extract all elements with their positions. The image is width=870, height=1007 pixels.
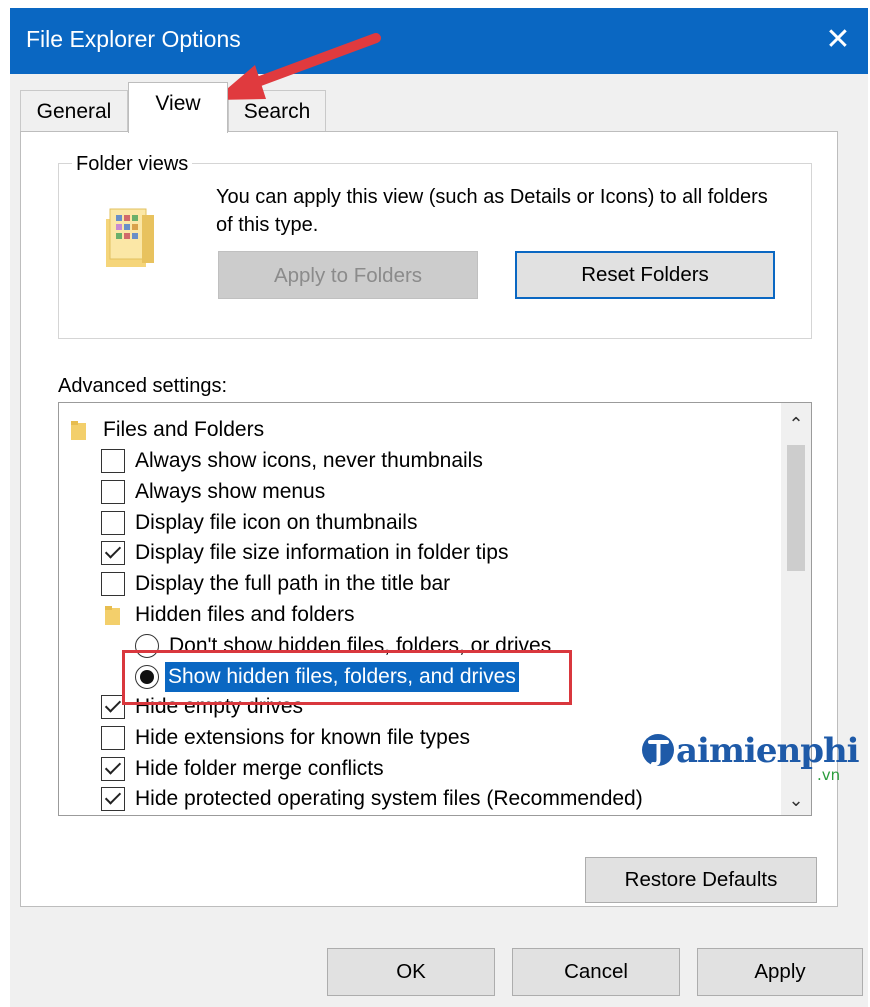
list-item-label: Display file icon on thumbnails (135, 511, 418, 534)
advanced-settings-label: Advanced settings: (58, 375, 227, 397)
folder-icon (105, 606, 120, 625)
checkbox[interactable] (101, 726, 125, 750)
window-title: File Explorer Options (26, 26, 241, 52)
list-item-label: Hide folder merge conflicts (135, 757, 384, 780)
restore-defaults-button[interactable]: Restore Defaults (585, 857, 817, 903)
checkbox[interactable] (101, 572, 125, 596)
folder-view-icon (106, 208, 154, 267)
close-icon[interactable]: ✕ (818, 20, 858, 60)
checkbox[interactable] (101, 480, 125, 504)
checkbox[interactable] (101, 449, 125, 473)
chevron-up-icon[interactable]: ⌃ (781, 409, 811, 439)
list-item-label: Files and Folders (103, 418, 265, 441)
folder-icon (71, 421, 86, 440)
cancel-button[interactable]: Cancel (512, 948, 680, 996)
ok-button[interactable]: OK (327, 948, 495, 996)
reset-folders-button[interactable]: Reset Folders (515, 251, 775, 299)
checkbox-checked[interactable] (101, 787, 125, 811)
list-item-label: Hidden files and folders (135, 603, 355, 626)
chevron-down-icon[interactable]: ⌄ (781, 785, 811, 815)
tab-view[interactable]: View (128, 82, 228, 133)
apply-to-folders-button[interactable]: Apply to Folders (218, 251, 478, 299)
annotation-highlight-box (122, 650, 572, 705)
tab-search[interactable]: Search (228, 90, 326, 132)
apply-button[interactable]: Apply (697, 948, 863, 996)
checkbox-checked[interactable] (101, 541, 125, 565)
watermark-suffix: .vn (817, 766, 841, 784)
list-item-label: Display the full path in the title bar (135, 572, 451, 595)
list-item-label: Always show icons, never thumbnails (135, 449, 483, 472)
title-bar: File Explorer Options ✕ (10, 8, 868, 74)
list-item-label: Display file size information in folder … (135, 541, 509, 564)
folder-views-description: You can apply this view (such as Details… (216, 186, 768, 236)
checkbox[interactable] (101, 511, 125, 535)
folder-views-legend: Folder views (72, 153, 193, 176)
checkbox-checked[interactable] (101, 757, 125, 781)
scroll-thumb[interactable] (787, 445, 805, 571)
tab-general[interactable]: General (20, 90, 128, 132)
list-item-label: Hide extensions for known file types (135, 726, 471, 749)
list-item-label: Hide protected operating system files (R… (135, 787, 643, 810)
watermark-brand: aimienphi (676, 731, 860, 771)
list-item-label: Always show menus (135, 480, 326, 503)
